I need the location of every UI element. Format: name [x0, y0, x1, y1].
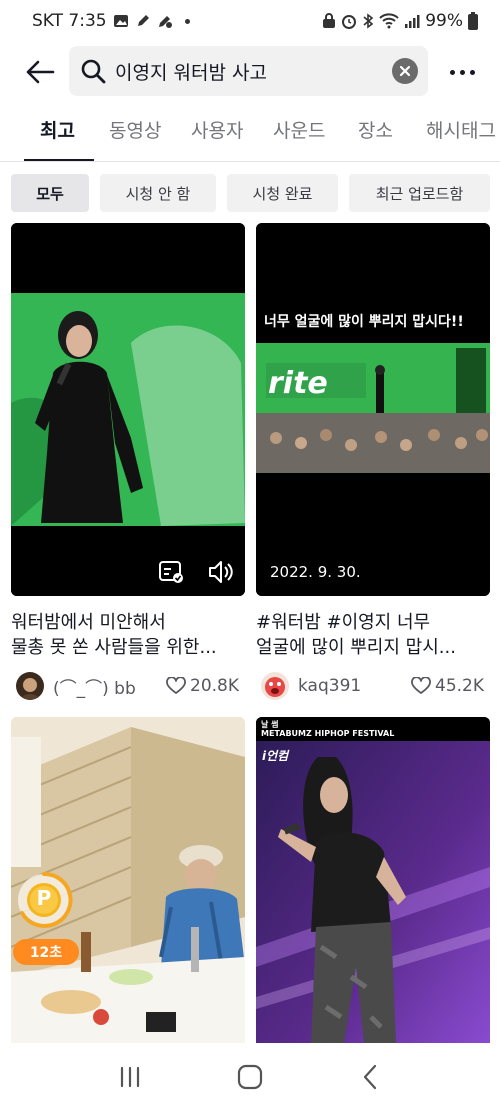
filter-all[interactable]: 모두 — [11, 174, 89, 212]
search-input[interactable]: 이영지 워터밤 사고 — [69, 46, 428, 96]
filter-recently-uploaded[interactable]: 최근 업로드함 — [349, 174, 490, 212]
search-tabs: 최고 동영상 사용자 사운드 장소 해시태그 — [0, 106, 500, 162]
video-card[interactable]: 워터밤에서 미안해서 물총 못 쏜 사람들을 위한... (⌒_⌒) bb 20… — [11, 223, 245, 701]
back-button[interactable] — [18, 50, 62, 94]
recent-apps-button[interactable] — [110, 1057, 150, 1097]
more-dot-icon — [469, 69, 475, 75]
pen-icon — [135, 13, 151, 29]
system-nav-bar — [0, 1043, 500, 1111]
video-caption-overlay: 너무 얼굴에 많이 뿌리지 맙시다!! — [264, 314, 464, 330]
video-card[interactable]: P 12초 — [11, 717, 245, 1043]
more-dot-icon — [459, 69, 465, 75]
tab-places[interactable]: 장소 — [358, 116, 393, 161]
like-count: 45.2K — [411, 676, 484, 696]
filter-chips: 모두 시청 안 함 시청 완료 최근 업로드함 — [0, 174, 500, 212]
heart-icon — [166, 677, 186, 694]
notification-dot-icon — [184, 18, 190, 24]
close-icon — [399, 65, 411, 77]
gallery-icon — [113, 13, 129, 29]
back-arrow-icon — [26, 60, 55, 84]
timer-badge: 12초 — [13, 939, 79, 965]
clear-search-button[interactable] — [392, 58, 418, 84]
chevron-left-icon — [363, 1064, 377, 1090]
avatar[interactable] — [16, 672, 44, 700]
filter-unwatched[interactable]: 시청 안 함 — [100, 174, 216, 212]
home-button[interactable] — [230, 1057, 270, 1097]
video-card[interactable]: rite 너무 얼굴에 많이 뿌리지 맙시다!! 2022. 9. 30. #워… — [256, 223, 490, 701]
video-title-line: 물총 못 쏜 사람들을 위한... — [11, 637, 217, 658]
signal-icon — [404, 13, 420, 29]
wifi-icon — [379, 13, 399, 29]
tab-top[interactable]: 최고 — [40, 116, 75, 161]
username[interactable]: (⌒_⌒) bb — [53, 674, 166, 699]
home-icon — [237, 1064, 263, 1090]
video-title[interactable]: 워터밤에서 미안해서 물총 못 쏜 사람들을 위한... — [11, 610, 245, 660]
more-dot-icon — [449, 69, 455, 75]
tab-active-indicator — [24, 159, 94, 161]
festival-title: METABUMZ HIPHOP FESTIVAL — [261, 729, 395, 738]
video-thumbnail[interactable]: rite 너무 얼굴에 많이 뿌리지 맙시다!! 2022. 9. 30. — [256, 223, 490, 596]
video-meta: kaq391 45.2K — [256, 671, 490, 701]
video-date-overlay: 2022. 9. 30. — [270, 563, 361, 581]
heart-icon — [411, 677, 431, 694]
video-thumbnail[interactable]: 날 썸 METABUMZ HIPHOP FESTIVAL i언컴 — [256, 717, 490, 1043]
volume-icon[interactable] — [207, 559, 235, 589]
tab-users[interactable]: 사용자 — [191, 116, 243, 161]
lock-icon — [322, 13, 336, 29]
filter-watched[interactable]: 시청 완료 — [227, 174, 338, 212]
tab-sounds[interactable]: 사운드 — [273, 116, 325, 161]
like-count-value: 45.2K — [435, 676, 484, 696]
username[interactable]: kaq391 — [298, 676, 411, 696]
reward-progress[interactable]: P — [13, 869, 75, 931]
carrier-time: SKT 7:35 — [32, 11, 107, 31]
tab-hashtags[interactable]: 해시태그 — [426, 116, 496, 161]
system-back-button[interactable] — [350, 1057, 390, 1097]
coin-icon: P — [36, 886, 52, 910]
video-title-line: 얼굴에 많이 뿌리지 맙시... — [256, 637, 456, 658]
alarm-icon — [341, 13, 357, 29]
tab-videos[interactable]: 동영상 — [109, 116, 161, 161]
broadcaster-logo: i언컴 — [262, 749, 289, 763]
video-frame — [11, 223, 245, 596]
video-title[interactable]: #워터밤 #이영지 너무 얼굴에 많이 뿌리지 맙시... — [256, 610, 490, 660]
battery-percent: 99% — [425, 11, 463, 31]
video-thumbnail[interactable] — [11, 223, 245, 596]
search-header: 이영지 워터밤 사고 — [0, 44, 500, 100]
status-bar: SKT 7:35 99% — [0, 0, 500, 42]
video-card[interactable]: 날 썸 METABUMZ HIPHOP FESTIVAL i언컴 — [256, 717, 490, 1043]
search-icon — [79, 57, 107, 85]
video-title-line: 워터밤에서 미안해서 — [11, 612, 166, 633]
battery-icon — [468, 12, 478, 30]
edit-icon — [157, 13, 173, 29]
search-query[interactable]: 이영지 워터밤 사고 — [115, 58, 392, 85]
video-meta: (⌒_⌒) bb 20.8K — [11, 671, 245, 701]
svg-text:rite: rite — [268, 366, 328, 401]
video-thumbnail[interactable]: P 12초 — [11, 717, 245, 1043]
more-options-button[interactable] — [440, 50, 484, 94]
bluetooth-icon — [362, 13, 374, 29]
like-count: 20.8K — [166, 676, 239, 696]
like-count-value: 20.8K — [190, 676, 239, 696]
video-title-line: #워터밤 #이영지 너무 — [256, 612, 431, 633]
avatar[interactable] — [261, 672, 289, 700]
video-frame — [256, 717, 490, 1043]
video-frame: rite — [256, 223, 490, 596]
recent-apps-icon — [120, 1066, 140, 1088]
subtitle-icon[interactable] — [159, 560, 185, 588]
